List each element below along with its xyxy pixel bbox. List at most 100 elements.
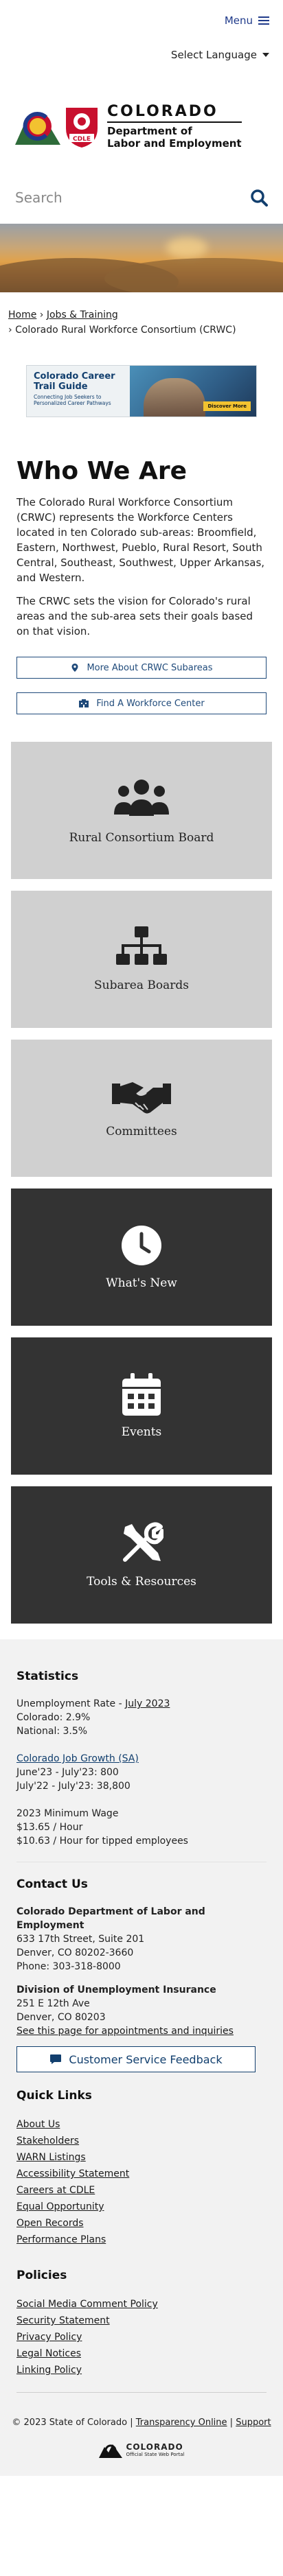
dui-address-2: Denver, CO 80203 <box>16 2012 106 2023</box>
career-trail-banner[interactable]: Colorado Career Trail Guide Connecting J… <box>26 365 257 417</box>
logo-marks: CDLE <box>15 104 100 149</box>
language-select[interactable]: Select Language <box>171 49 269 61</box>
search-input[interactable] <box>15 189 221 206</box>
breadcrumb-home[interactable]: Home <box>8 309 36 320</box>
vision-paragraph: The CRWC sets the vision for Colorado's … <box>16 595 253 637</box>
dui-address-1: 251 E 12th Ave <box>16 1998 90 2009</box>
support-link[interactable]: Support <box>236 2417 271 2428</box>
org-chart-icon <box>116 926 167 965</box>
banner-title: Colorado Career Trail Guide <box>34 371 115 392</box>
search-bar <box>0 172 283 224</box>
language-row: Select Language <box>0 41 283 69</box>
dui-contact: Division of Unemployment Insurance 251 E… <box>16 1983 267 2038</box>
job-growth-month: June'23 - July'23: 800 <box>16 1767 119 1778</box>
min-wage-standard: $13.65 / Hour <box>16 1822 83 1833</box>
unemployment-date-link[interactable]: July 2023 <box>125 1698 170 1709</box>
find-workforce-center-button[interactable]: Find A Workforce Center <box>16 692 267 714</box>
logo-state-name: COLORADO <box>107 103 242 123</box>
min-wage-block: 2023 Minimum Wage $13.65 / Hour $10.63 /… <box>16 1807 267 1848</box>
site-footer: Statistics Unemployment Rate - July 2023… <box>0 1639 283 2407</box>
more-about-subareas-button[interactable]: More About CRWC Subareas <box>16 657 267 679</box>
colorado-portal-logo-icon <box>98 2444 122 2458</box>
policy-link[interactable]: Privacy Policy <box>16 2332 82 2343</box>
transparency-online-link[interactable]: Transparency Online <box>136 2417 227 2428</box>
tile-label: Events <box>121 1425 162 1439</box>
tile-label: Committees <box>106 1125 177 1138</box>
find-workforce-center-label: Find A Workforce Center <box>96 698 205 709</box>
policy-link[interactable]: Legal Notices <box>16 2348 81 2359</box>
job-growth-link[interactable]: Colorado Job Growth (SA) <box>16 1753 139 1764</box>
tile-whats-new[interactable]: What's New <box>11 1189 272 1326</box>
dui-name: Division of Unemployment Insurance <box>16 1984 216 1995</box>
intro-paragraph: The Colorado Rural Workforce Consortium … <box>16 496 265 584</box>
quick-link[interactable]: About Us <box>16 2119 60 2130</box>
cdle-phone: Phone: 303-318-8000 <box>16 1961 121 1972</box>
logo-dept-line2: Labor and Employment <box>107 137 242 150</box>
quick-link[interactable]: Performance Plans <box>16 2234 106 2245</box>
bottom-separator: | <box>130 2417 133 2428</box>
menu-button[interactable]: Menu <box>225 14 269 27</box>
breadcrumb: Home › Jobs & Training › Colorado Rural … <box>0 292 283 338</box>
tile-label: What's New <box>106 1276 177 1290</box>
promo-banner-wrap: Colorado Career Trail Guide Connecting J… <box>0 338 283 417</box>
quick-link[interactable]: Equal Opportunity <box>16 2201 104 2212</box>
policy-link[interactable]: Social Media Comment Policy <box>16 2299 158 2310</box>
tile-events[interactable]: Events <box>11 1337 272 1475</box>
min-wage-tipped: $10.63 / Hour for tipped employees <box>16 1836 188 1847</box>
tile-label: Rural Consortium Board <box>69 831 214 845</box>
chevron-down-icon <box>262 53 269 57</box>
breadcrumb-current: Colorado Rural Workforce Consortium (CRW… <box>15 325 236 336</box>
comment-icon <box>50 2054 62 2064</box>
unemployment-block: Unemployment Rate - July 2023 Colorado: … <box>16 1697 267 1738</box>
quick-link[interactable]: Open Records <box>16 2218 84 2229</box>
tile-label: Tools & Resources <box>87 1575 196 1589</box>
breadcrumb-jobs-training[interactable]: Jobs & Training <box>47 309 118 320</box>
national-rate: National: 3.5% <box>16 1726 88 1737</box>
policy-links-list: Social Media Comment Policy Security Sta… <box>16 2296 267 2378</box>
tools-icon <box>123 1522 163 1562</box>
quick-link[interactable]: Careers at CDLE <box>16 2185 95 2196</box>
customer-feedback-button[interactable]: Customer Service Feedback <box>16 2046 256 2072</box>
portal-name: COLORADO <box>126 2442 183 2452</box>
building-icon <box>79 699 89 707</box>
quick-link[interactable]: Stakeholders <box>16 2135 79 2146</box>
tile-committees[interactable]: Committees <box>11 1040 272 1177</box>
people-group-icon <box>114 780 169 816</box>
breadcrumb-separator: › <box>8 325 12 336</box>
page-title: Who We Are <box>16 457 188 485</box>
map-pin-icon <box>71 664 78 672</box>
main-content: Who We Are The Colorado Rural Workforce … <box>0 457 283 714</box>
calendar-icon <box>122 1373 161 1416</box>
policy-link[interactable]: Linking Policy <box>16 2365 82 2376</box>
quick-link[interactable]: WARN Listings <box>16 2152 86 2163</box>
hero-image <box>0 224 283 292</box>
portal-subtitle: Official State Web Portal <box>126 2452 185 2457</box>
cdle-contact: Colorado Department of Labor and Employm… <box>16 1905 267 1974</box>
cdle-name: Colorado Department of Labor and Employm… <box>16 1906 205 1931</box>
search-icon[interactable] <box>250 189 268 207</box>
tile-grid: Rural Consortium Board Subarea Boards Co… <box>0 714 283 1624</box>
statistics-heading: Statistics <box>16 1670 79 1683</box>
clock-icon <box>122 1226 161 1265</box>
cdle-shield-icon: CDLE <box>66 108 98 148</box>
tile-rural-consortium-board[interactable]: Rural Consortium Board <box>11 742 272 879</box>
state-portal-logo[interactable]: COLORADO Official State Web Portal <box>8 2440 275 2459</box>
top-bar: Menu <box>0 0 283 41</box>
dui-appointments-link[interactable]: See this page for appointments and inqui… <box>16 2026 234 2037</box>
language-label: Select Language <box>170 49 257 61</box>
site-logo[interactable]: CDLE COLORADO Department of Labor and Em… <box>0 69 283 172</box>
min-wage-label: 2023 Minimum Wage <box>16 1808 119 1819</box>
copyright: © 2023 State of Colorado <box>12 2417 128 2428</box>
tile-tools-resources[interactable]: Tools & Resources <box>11 1486 272 1624</box>
policy-link[interactable]: Security Statement <box>16 2315 110 2326</box>
banner-subtitle: Connecting Job Seekers to Personalized C… <box>34 394 111 406</box>
colorado-c-logo-icon <box>15 112 60 145</box>
banner-image: Discover More <box>130 366 256 417</box>
colorado-rate: Colorado: 2.9% <box>16 1712 91 1723</box>
quick-links-heading: Quick Links <box>16 2089 92 2103</box>
bottom-links: © 2023 State of Colorado | Transparency … <box>8 2417 275 2428</box>
tile-subarea-boards[interactable]: Subarea Boards <box>11 891 272 1028</box>
bottom-bar: © 2023 State of Colorado | Transparency … <box>0 2407 283 2476</box>
quick-link[interactable]: Accessibility Statement <box>16 2168 129 2179</box>
logo-dept-line1: Department of <box>107 125 192 137</box>
